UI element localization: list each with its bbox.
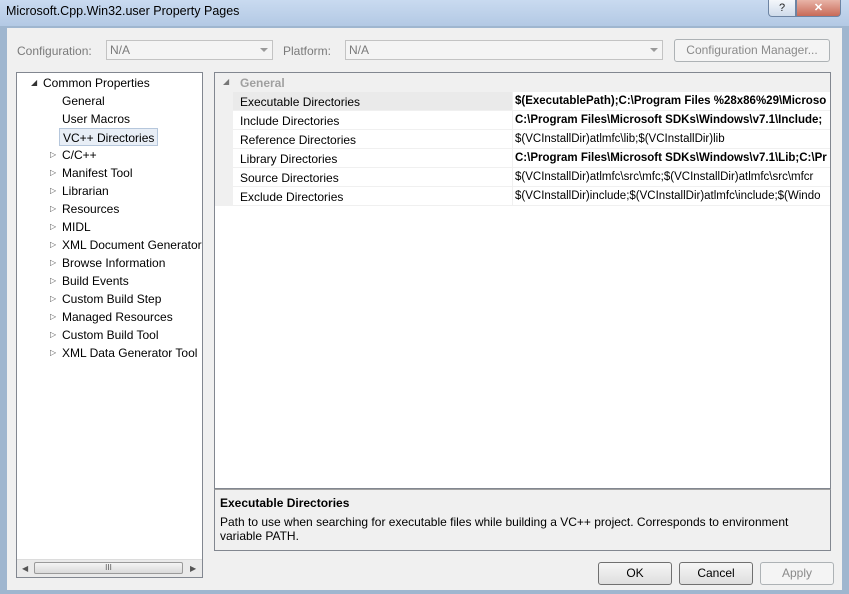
grid-row[interactable]: Executable Directories $(ExecutablePath);… bbox=[215, 92, 830, 111]
column-divider[interactable] bbox=[512, 92, 513, 111]
tree-horizontal-scrollbar[interactable]: ◀ III ▶ bbox=[17, 559, 202, 577]
tree-item[interactable]: MIDL bbox=[62, 218, 91, 236]
title-bar: Microsoft.Cpp.Win32.user Property Pages … bbox=[0, 0, 849, 26]
property-value[interactable]: C:\Program Files\Microsoft SDKs\Windows\… bbox=[515, 152, 830, 164]
property-value[interactable]: $(VCInstallDir)atlmfc\src\mfc;$(VCInstal… bbox=[515, 171, 830, 183]
tree-item[interactable]: Librarian bbox=[62, 182, 109, 200]
row-margin bbox=[215, 168, 233, 187]
expand-arrow-icon[interactable]: ▷ bbox=[50, 218, 58, 236]
row-margin bbox=[215, 149, 233, 168]
tree-item[interactable]: C/C++ bbox=[62, 146, 97, 164]
description-text: Path to use when searching for executabl… bbox=[220, 515, 789, 543]
tree-item[interactable]: XML Document Generator bbox=[62, 236, 202, 254]
property-value[interactable]: $(ExecutablePath);C:\Program Files %28x8… bbox=[515, 95, 830, 107]
grid-row[interactable]: Reference Directories $(VCInstallDir)atlm… bbox=[215, 130, 830, 149]
property-grid[interactable]: ◢ General Executable Directories $(Execut… bbox=[214, 72, 831, 489]
column-divider[interactable] bbox=[512, 168, 513, 187]
platform-label: Platform: bbox=[283, 44, 332, 58]
tree-item[interactable]: Resources bbox=[62, 200, 119, 218]
dialog-client: Configuration: N/A Platform: N/A Configu… bbox=[7, 28, 842, 590]
property-value[interactable]: C:\Program Files\Microsoft SDKs\Windows\… bbox=[515, 114, 830, 126]
expand-arrow-icon[interactable]: ▷ bbox=[50, 326, 58, 344]
row-margin bbox=[215, 187, 233, 206]
description-title: Executable Directories bbox=[220, 496, 350, 510]
platform-value: N/A bbox=[349, 43, 370, 57]
tree-item[interactable]: XML Data Generator Tool bbox=[62, 344, 197, 362]
configuration-label: Configuration: bbox=[17, 44, 92, 58]
column-divider[interactable] bbox=[512, 111, 513, 130]
configuration-value: N/A bbox=[110, 43, 131, 57]
tree-item[interactable]: General bbox=[62, 92, 105, 110]
row-margin bbox=[215, 111, 233, 130]
scroll-right-icon[interactable]: ▶ bbox=[190, 564, 196, 573]
tree-item[interactable]: Browse Information bbox=[62, 254, 165, 272]
property-name: Executable Directories bbox=[240, 95, 361, 109]
tree-item[interactable]: Build Events bbox=[62, 272, 129, 290]
property-value[interactable]: $(VCInstallDir)atlmfc\lib;$(VCInstallDir… bbox=[515, 133, 830, 145]
property-name: Source Directories bbox=[240, 171, 339, 185]
configuration-manager-button[interactable]: Configuration Manager... bbox=[674, 39, 830, 62]
tree-item[interactable]: Custom Build Step bbox=[62, 290, 161, 308]
chevron-down-icon bbox=[650, 48, 658, 52]
scroll-thumb[interactable]: III bbox=[34, 562, 183, 574]
grid-category-general[interactable]: ◢ General bbox=[215, 73, 830, 92]
tree-item[interactable]: Managed Resources bbox=[62, 308, 173, 326]
configuration-combo[interactable]: N/A bbox=[106, 40, 273, 60]
tree-item[interactable]: User Macros bbox=[62, 110, 130, 128]
expand-arrow-icon[interactable]: ▷ bbox=[50, 254, 58, 272]
chevron-down-icon bbox=[260, 48, 268, 52]
tree-root-common-properties[interactable]: Common Properties bbox=[43, 74, 150, 92]
grid-row[interactable]: Source Directories $(VCInstallDir)atlmfc\… bbox=[215, 168, 830, 187]
property-name: Library Directories bbox=[240, 152, 338, 166]
grid-row[interactable]: Library Directories C:\Program Files\Micr… bbox=[215, 149, 830, 168]
ok-button[interactable]: OK bbox=[598, 562, 672, 585]
expand-arrow-icon[interactable]: ▷ bbox=[50, 344, 58, 362]
column-divider[interactable] bbox=[512, 130, 513, 149]
row-margin bbox=[215, 130, 233, 149]
platform-combo[interactable]: N/A bbox=[345, 40, 663, 60]
property-name: Include Directories bbox=[240, 114, 340, 128]
expand-arrow-icon[interactable]: ▷ bbox=[50, 290, 58, 308]
property-name: Exclude Directories bbox=[240, 190, 344, 204]
expand-arrow-icon[interactable]: ▷ bbox=[50, 236, 58, 254]
cancel-button[interactable]: Cancel bbox=[679, 562, 753, 585]
tree-item[interactable]: Custom Build Tool bbox=[62, 326, 159, 344]
grid-row[interactable]: Exclude Directories $(VCInstallDir)includ… bbox=[215, 187, 830, 206]
expanded-arrow-icon[interactable]: ◢ bbox=[31, 74, 39, 92]
property-tree[interactable]: ◢ Common Properties General User Macros VC… bbox=[16, 72, 203, 578]
expand-arrow-icon[interactable]: ▷ bbox=[50, 164, 58, 182]
tree-item[interactable]: Manifest Tool bbox=[62, 164, 132, 182]
row-margin bbox=[215, 92, 233, 111]
scroll-left-icon[interactable]: ◀ bbox=[22, 564, 28, 573]
column-divider[interactable] bbox=[512, 187, 513, 206]
property-value[interactable]: $(VCInstallDir)include;$(VCInstallDir)at… bbox=[515, 190, 830, 202]
expand-arrow-icon[interactable]: ▷ bbox=[50, 146, 58, 164]
expand-arrow-icon[interactable]: ▷ bbox=[50, 272, 58, 290]
description-panel: Executable Directories Path to use when … bbox=[214, 489, 831, 551]
tree-item[interactable]: VC++ Directories bbox=[59, 128, 159, 146]
help-button[interactable]: ? bbox=[768, 0, 796, 17]
category-label: General bbox=[240, 76, 285, 90]
window-title: Microsoft.Cpp.Win32.user Property Pages bbox=[6, 4, 240, 18]
grid-row[interactable]: Include Directories C:\Program Files\Micr… bbox=[215, 111, 830, 130]
close-button[interactable]: ✕ bbox=[796, 0, 841, 17]
collapse-arrow-icon[interactable]: ◢ bbox=[223, 77, 229, 86]
expand-arrow-icon[interactable]: ▷ bbox=[50, 308, 58, 326]
expand-arrow-icon[interactable]: ▷ bbox=[50, 200, 58, 218]
apply-button[interactable]: Apply bbox=[760, 562, 834, 585]
property-name: Reference Directories bbox=[240, 133, 357, 147]
column-divider[interactable] bbox=[512, 149, 513, 168]
scroll-grip: III bbox=[105, 563, 112, 572]
expand-arrow-icon[interactable]: ▷ bbox=[50, 182, 58, 200]
